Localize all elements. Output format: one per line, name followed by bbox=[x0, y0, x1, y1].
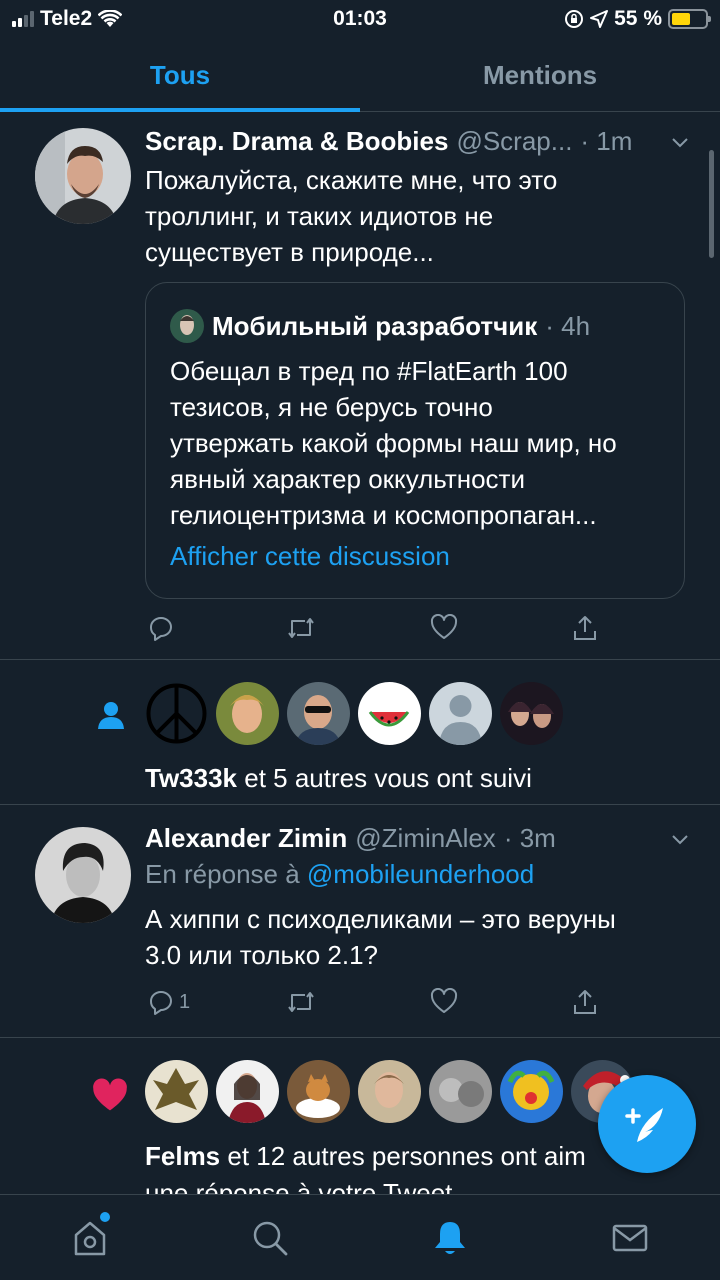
retweet-icon bbox=[288, 992, 314, 1012]
tweet-text: А хиппи с психоделиками – это веруны 3.0… bbox=[145, 904, 616, 970]
avatar[interactable] bbox=[35, 827, 131, 923]
battery-icon bbox=[668, 9, 711, 29]
bottom-nav bbox=[0, 1194, 720, 1280]
retweet-button[interactable] bbox=[286, 614, 316, 642]
avatar[interactable] bbox=[145, 1060, 208, 1123]
like-button[interactable] bbox=[430, 988, 458, 1014]
tweet-time: · 3m bbox=[503, 823, 556, 853]
liker-name[interactable]: Felms bbox=[145, 1141, 220, 1171]
quote-time: · 4h bbox=[545, 310, 591, 341]
new-content-dot bbox=[100, 1212, 110, 1222]
follower-avatars bbox=[145, 682, 563, 745]
search-icon bbox=[253, 1221, 288, 1255]
heart-icon bbox=[93, 1078, 127, 1111]
avatar[interactable] bbox=[216, 1060, 279, 1123]
messages-icon bbox=[612, 1224, 648, 1251]
compose-feather-icon bbox=[625, 1108, 663, 1142]
avatar[interactable] bbox=[429, 682, 492, 745]
reply-context: En réponse à @mobileunderhood bbox=[145, 859, 535, 889]
notifications-feed[interactable]: Scrap. Drama & Boobies @Scrap... · 1m По… bbox=[0, 112, 720, 1194]
reply-button[interactable]: 1 bbox=[147, 988, 190, 1016]
quote-author-name: Мобильный разработчик bbox=[212, 310, 538, 341]
avatar[interactable] bbox=[500, 1060, 563, 1123]
mention-link[interactable]: @mobileunderhood bbox=[307, 859, 534, 889]
scrollbar[interactable] bbox=[709, 150, 714, 258]
heart-outline-icon bbox=[430, 988, 458, 1013]
chevron-down-icon[interactable] bbox=[670, 829, 690, 849]
tab-mentions[interactable]: Mentions bbox=[360, 40, 720, 111]
tweet-text: Пожалуйста, скажите мне, что это троллин… bbox=[145, 165, 558, 267]
author-name[interactable]: Scrap. Drama & Boobies bbox=[145, 126, 448, 157]
avatar[interactable] bbox=[358, 1060, 421, 1123]
chevron-down-icon[interactable] bbox=[670, 132, 690, 152]
share-icon bbox=[574, 990, 596, 1014]
nav-home[interactable] bbox=[0, 1195, 180, 1280]
nav-search[interactable] bbox=[180, 1195, 360, 1280]
avatar[interactable] bbox=[145, 682, 208, 745]
tweet[interactable]: Scrap. Drama & Boobies @Scrap... · 1m По… bbox=[0, 112, 720, 660]
retweet-icon bbox=[288, 618, 314, 638]
show-thread-link[interactable]: Afficher cette discussion bbox=[170, 541, 450, 572]
nav-messages[interactable] bbox=[540, 1195, 720, 1280]
avatar[interactable] bbox=[216, 682, 279, 745]
tab-all[interactable]: Tous bbox=[0, 40, 360, 112]
avatar[interactable] bbox=[500, 682, 563, 745]
status-bar: Tele2 01:03 55 % bbox=[0, 0, 720, 40]
notifications-icon bbox=[435, 1221, 465, 1254]
avatar[interactable] bbox=[429, 1060, 492, 1123]
quoted-tweet[interactable]: Мобильный разработчик · 4h Обещал в тред… bbox=[145, 282, 685, 599]
follower-name[interactable]: Tw333k bbox=[145, 763, 237, 793]
compose-tweet-button[interactable] bbox=[598, 1075, 696, 1173]
tweet-actions: 1 bbox=[145, 988, 615, 1022]
author-handle[interactable]: @ZiminAlex bbox=[355, 823, 496, 854]
share-button[interactable] bbox=[571, 614, 599, 642]
home-icon bbox=[74, 1221, 106, 1255]
reply-button[interactable] bbox=[147, 614, 175, 642]
author-handle[interactable]: @Scrap... bbox=[456, 126, 572, 157]
follow-notification[interactable]: Tw333k et 5 autres vous ont suivi bbox=[0, 660, 720, 805]
person-icon bbox=[98, 702, 124, 729]
notification-tabs: Tous Mentions bbox=[0, 40, 720, 112]
avatar[interactable] bbox=[287, 682, 350, 745]
avatar[interactable] bbox=[287, 1060, 350, 1123]
author-name[interactable]: Alexander Zimin bbox=[145, 823, 347, 854]
liker-avatars bbox=[145, 1060, 634, 1123]
like-button[interactable] bbox=[430, 614, 458, 640]
tweet-actions bbox=[145, 614, 615, 648]
quote-avatar bbox=[170, 309, 204, 343]
tweet-time: · 1m bbox=[580, 126, 633, 156]
tweet[interactable]: Alexander Zimin @ZiminAlex · 3m En répon… bbox=[0, 805, 720, 1038]
reply-icon bbox=[150, 617, 172, 641]
avatar[interactable] bbox=[35, 128, 131, 224]
reply-count: 1 bbox=[179, 990, 191, 1013]
share-button[interactable] bbox=[571, 988, 599, 1016]
quote-text: Обещал в тред по #FlatEarth 100 тезисов,… bbox=[170, 356, 617, 530]
nav-notifications[interactable] bbox=[360, 1195, 540, 1280]
reply-icon bbox=[150, 991, 172, 1015]
battery-percent: 55 % bbox=[614, 7, 662, 30]
follow-text: Tw333k et 5 autres vous ont suivi bbox=[145, 763, 532, 793]
orientation-lock-icon bbox=[565, 10, 584, 28]
avatar[interactable] bbox=[358, 682, 421, 745]
location-icon bbox=[590, 10, 609, 28]
like-text: Felms et 12 autres personnes ont aim bbox=[145, 1141, 586, 1171]
share-icon bbox=[574, 616, 596, 640]
retweet-button[interactable] bbox=[286, 988, 316, 1016]
like-text-line2: une réponse à votre Tweet bbox=[145, 1178, 453, 1194]
heart-outline-icon bbox=[430, 614, 458, 639]
